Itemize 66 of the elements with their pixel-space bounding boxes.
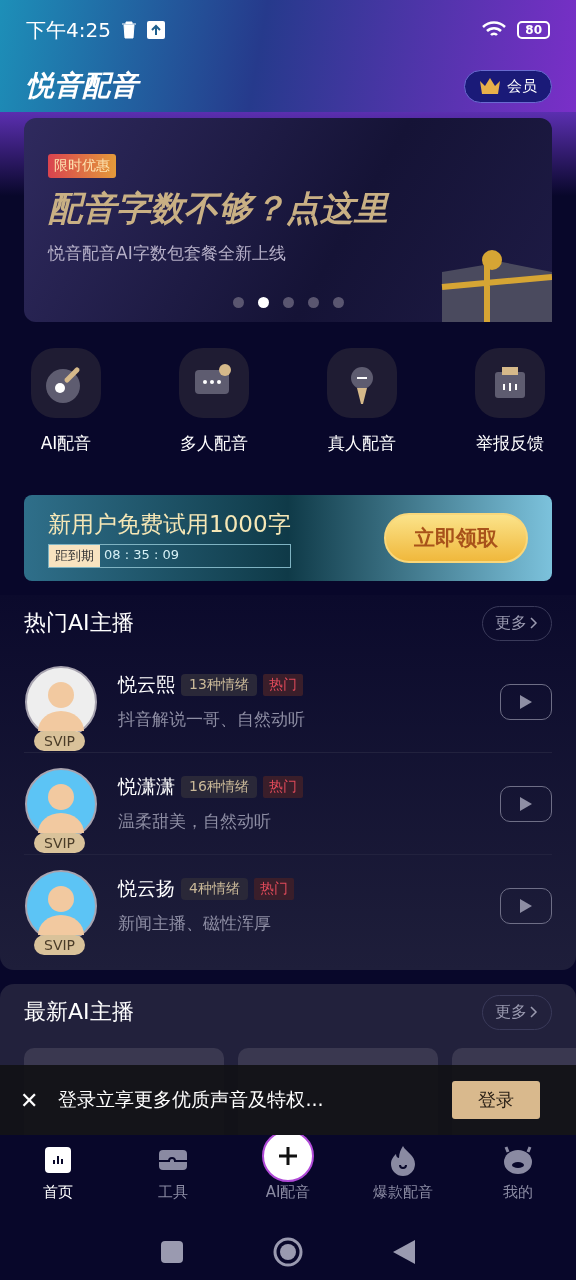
anchor-name: 悦云扬 xyxy=(118,876,175,901)
svip-badge: SVIP xyxy=(34,730,86,751)
shortcut-button[interactable]: 举报反馈 xyxy=(468,348,552,455)
anchor-name: 悦云熙 xyxy=(118,672,175,697)
clipboard-icon xyxy=(475,348,545,418)
svip-badge: SVIP xyxy=(34,934,86,955)
play-button[interactable] xyxy=(500,887,552,924)
login-prompt-text: 登录立享更多优质声音及特权... xyxy=(58,1087,325,1112)
carousel-dot[interactable] xyxy=(282,297,294,308)
close-button[interactable]: ✕ xyxy=(20,1087,39,1113)
chevron-right-icon xyxy=(529,1005,539,1019)
emotion-count-tag: 4种情绪 xyxy=(181,878,248,900)
carousel-dot[interactable] xyxy=(232,297,244,308)
vip-button[interactable]: 会员 xyxy=(464,69,552,103)
play-icon xyxy=(519,693,533,710)
back-icon[interactable] xyxy=(393,1239,415,1264)
shortcut-button[interactable]: AI配音 xyxy=(24,348,108,455)
hot-tag: 热门 xyxy=(262,776,303,798)
limited-offer-tag: 限时优惠 xyxy=(48,154,116,178)
record-icon xyxy=(31,348,101,418)
play-button[interactable] xyxy=(500,785,552,822)
home-icon[interactable] xyxy=(273,1236,303,1267)
chat-bubble-icon xyxy=(179,348,249,418)
emotion-count-tag: 16种情绪 xyxy=(181,776,257,798)
promo-banner[interactable]: 限时优惠 配音字数不够？点这里 悦音配音AI字数包套餐全新上线 xyxy=(24,118,552,322)
microphone-icon xyxy=(327,348,397,418)
banner-subtitle: 悦音配音AI字数包套餐全新上线 xyxy=(48,242,287,265)
shortcut-button[interactable]: 多人配音 xyxy=(172,348,256,455)
anchor-description: 抖音解说一哥、自然动听 xyxy=(118,708,306,731)
countdown-label: 距到期 xyxy=(49,544,100,567)
upload-icon xyxy=(146,21,165,39)
emotion-count-tag: 13种情绪 xyxy=(181,674,257,696)
shortcut-button[interactable]: 真人配音 xyxy=(320,348,404,455)
recent-apps-icon[interactable] xyxy=(161,1240,183,1263)
anchor-row[interactable]: SVIP 悦云扬 4种情绪 热门 新闻主播、磁性浑厚 xyxy=(24,855,552,956)
section-title: 热门AI主播 xyxy=(24,609,134,637)
crown-icon xyxy=(479,77,501,95)
svip-badge: SVIP xyxy=(34,832,86,853)
carousel-dot[interactable] xyxy=(332,297,344,308)
anchor-name: 悦潇潇 xyxy=(118,774,175,799)
nav-tab[interactable]: 爆款配音 xyxy=(353,1143,454,1202)
anchor-row[interactable]: SVIP 悦潇潇 16种情绪 热门 温柔甜美，自然动听 xyxy=(24,753,552,855)
anchor-description: 温柔甜美，自然动听 xyxy=(118,810,272,833)
trial-banner[interactable]: 新用户免费试用1000字 距到期 08 : 35 : 09 立即领取 xyxy=(24,495,552,581)
play-icon xyxy=(519,795,533,812)
hot-tag: 热门 xyxy=(253,878,294,900)
anchor-description: 新闻主播、磁性浑厚 xyxy=(118,912,272,935)
section-title: 最新AI主播 xyxy=(24,998,134,1026)
login-button[interactable]: 登录 xyxy=(452,1081,540,1119)
chevron-right-icon xyxy=(529,616,539,630)
hot-tag: 热门 xyxy=(262,674,303,696)
play-button[interactable] xyxy=(500,683,552,720)
nav-tab[interactable]: 首页 xyxy=(7,1143,108,1202)
nav-tab[interactable]: 工具 xyxy=(122,1143,223,1202)
carousel-dot[interactable] xyxy=(257,297,269,308)
countdown-value: 08 : 35 : 09 xyxy=(103,545,180,564)
play-icon xyxy=(519,897,533,914)
carousel-dot[interactable] xyxy=(307,297,319,308)
status-time: 下午4:25 xyxy=(26,16,111,44)
battery-icon: 80 xyxy=(517,21,550,39)
trash-icon xyxy=(120,21,137,39)
claim-button[interactable]: 立即领取 xyxy=(384,513,528,563)
banner-headline: 配音字数不够？点这里 xyxy=(48,187,391,230)
trial-title: 新用户免费试用1000字 xyxy=(48,509,291,539)
anchor-row[interactable]: SVIP 悦云熙 13种情绪 热门 抖音解说一哥、自然动听 xyxy=(24,651,552,753)
nav-tab[interactable]: 我的 xyxy=(468,1143,569,1202)
